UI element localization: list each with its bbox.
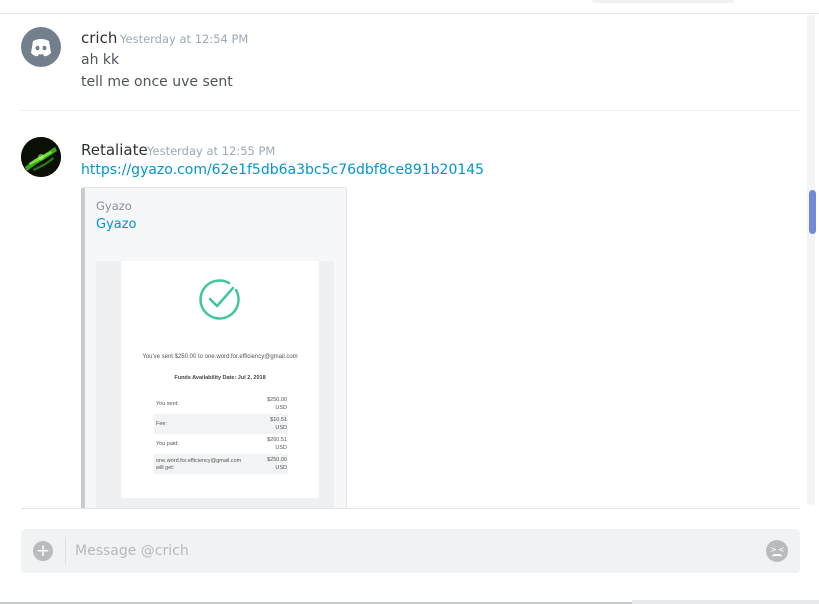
receipt-row-label: one.word.for.efficiency@gmail.com will g… xyxy=(156,458,242,471)
message-input[interactable] xyxy=(75,536,745,566)
message-group-retaliate: Retaliate Yesterday at 12:55 PM https://… xyxy=(20,125,800,508)
checkmark-icon xyxy=(199,279,240,320)
receipt-row-label: You sent: xyxy=(156,401,179,407)
receipt-row: one.word.for.efficiency@gmail.com will g… xyxy=(154,454,288,474)
composer-divider xyxy=(21,508,800,509)
search-bar-edge[interactable] xyxy=(592,0,734,3)
embed-title-link[interactable]: Gyazo xyxy=(96,217,137,232)
receipt-row: Fee: $10.51 USD xyxy=(154,414,288,434)
receipt-sent-text: You've sent $250.00 to one.word.for.effi… xyxy=(142,354,298,360)
upload-plus-icon[interactable]: + xyxy=(33,541,53,561)
message-composer: + > < xyxy=(21,529,800,573)
receipt-row-amount: $250.00 USD xyxy=(267,457,287,471)
receipt-table: You sent: $250.00 USD Fee: $10.51 USD You … xyxy=(154,394,288,474)
receipt-row-amount: $260.51 USD xyxy=(267,437,287,451)
link-embed: Gyazo Gyazo You've sent $250.00 to one.w… xyxy=(81,187,347,508)
bottom-edge-highlight xyxy=(632,600,819,604)
top-bar xyxy=(0,0,819,14)
green-abstract-avatar[interactable] xyxy=(21,137,61,177)
discord-logo-icon[interactable] xyxy=(21,27,61,67)
message-timestamp: Yesterday at 12:55 PM xyxy=(147,144,276,158)
message-list[interactable]: crich Yesterday at 12:54 PM ah kk tell m… xyxy=(0,15,805,508)
message-author[interactable]: crich xyxy=(81,29,117,47)
receipt-availability-date: Funds Availability Date: Jul 2, 2018 xyxy=(174,375,266,381)
embed-image[interactable]: You've sent $250.00 to one.word.for.effi… xyxy=(96,261,334,508)
message-timestamp: Yesterday at 12:54 PM xyxy=(120,32,249,46)
receipt-row: You paid: $260.51 USD xyxy=(154,434,288,454)
composer-separator xyxy=(65,537,66,565)
message-link[interactable]: https://gyazo.com/62e1f5db6a3bc5c76dbf8c… xyxy=(81,162,484,178)
message-text: tell me once uve sent xyxy=(81,74,233,90)
embed-provider: Gyazo xyxy=(96,199,132,213)
message-text: ah kk xyxy=(81,52,120,68)
receipt-row-label: You paid: xyxy=(156,441,179,447)
message-group-crich: crich Yesterday at 12:54 PM ah kk tell m… xyxy=(20,15,800,111)
receipt-row: You sent: $250.00 USD xyxy=(154,394,288,414)
receipt-screenshot: You've sent $250.00 to one.word.for.effi… xyxy=(121,261,319,498)
emoji-picker-icon[interactable]: > < xyxy=(766,540,788,562)
message-author[interactable]: Retaliate xyxy=(81,141,148,159)
scrollbar-track[interactable] xyxy=(807,15,815,505)
receipt-row-label: Fee: xyxy=(156,421,168,427)
receipt-row-amount: $10.51 USD xyxy=(270,417,287,431)
scrollbar-thumb[interactable] xyxy=(809,190,816,234)
receipt-row-amount: $250.00 USD xyxy=(267,397,287,411)
